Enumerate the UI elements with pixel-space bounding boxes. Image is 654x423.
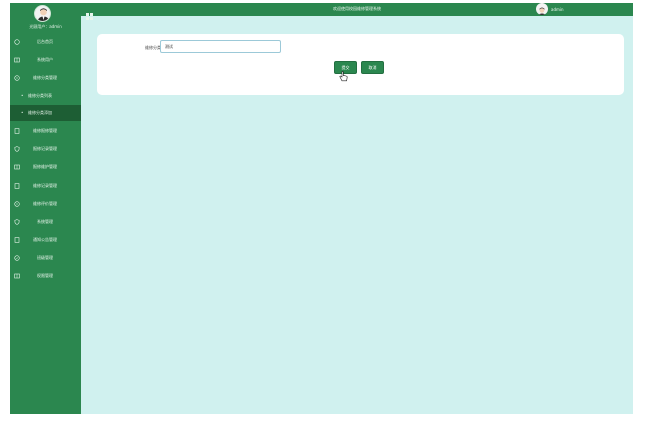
sidebar-item-label: 维修分类添加 [28,110,52,115]
doc-icon [14,237,20,243]
sidebar-item-label: 权限管理 [37,273,53,278]
app-window: 光顾用户：admin 后台首页 系统用户 维修分类管理 • 维修分类列表 • 维… [10,3,633,414]
sidebar-item-label: 维修报修管理 [33,128,57,133]
sidebar-item-label: 报修记录管理 [33,146,57,151]
sidebar-item-label: 通知公告管理 [33,237,57,242]
sidebar-item-label: 系统管理 [37,219,53,224]
hand-cursor-icon [339,67,348,82]
sidebar-item-label: 班级管理 [37,255,53,260]
sidebar-item-label: 维修分类列表 [28,93,52,98]
user-avatar[interactable] [34,5,51,22]
bullet-icon: • [21,110,24,115]
sidebar-subitem-category-add[interactable]: • 维修分类添加 [10,105,81,121]
sidebar-item-label: 维修评价管理 [33,201,57,206]
doc-icon [14,183,20,189]
header-username[interactable]: admin [551,7,564,12]
sidebar-item-dashboard[interactable]: 后台首页 [10,34,81,50]
top-header: 欢迎使用校园维修管理系统 admin [81,3,633,20]
category-name-input[interactable] [160,40,281,53]
sidebar-item-system-users[interactable]: 系统用户 [10,52,81,68]
sidebar-item-notices[interactable]: 通知公告管理 [10,232,81,248]
shield-icon [14,219,20,225]
doc-icon [14,128,20,134]
sidebar-user-caption: 光顾用户：admin [29,24,62,29]
sidebar-item-repair-category[interactable]: 维修分类管理 [10,70,81,86]
sidebar-item-repair-reviews[interactable]: 维修评价管理 [10,196,81,212]
sidebar-item-label: 维修记录管理 [33,183,57,188]
book-icon [14,164,20,170]
book-icon [14,57,20,63]
sidebar: 光顾用户：admin 后台首页 系统用户 维修分类管理 • 维修分类列表 • 维… [10,3,81,414]
sidebar-subitem-category-list[interactable]: • 维修分类列表 [10,88,81,104]
sidebar-item-permissions[interactable]: 权限管理 [10,268,81,284]
form-card: 维修分类 提交 取消 [97,34,624,95]
category-field-label: 维修分类 [145,45,161,50]
sidebar-item-label: 系统用户 [37,57,53,62]
bullet-icon: • [21,93,24,98]
check-shield-icon [14,255,20,261]
shield-icon [14,146,20,152]
sidebar-item-repair-records[interactable]: 维修记录管理 [10,178,81,194]
sidebar-item-class-admin[interactable]: 班级管理 [10,250,81,266]
sidebar-item-label: 维修分类管理 [33,75,57,80]
chat-icon [14,201,20,207]
sidebar-item-report-maintenance[interactable]: 报修维护管理 [10,159,81,175]
header-avatar[interactable] [536,3,548,15]
sidebar-item-label: 后台首页 [37,39,53,44]
chat-icon [14,75,20,81]
sidebar-item-label: 报修维护管理 [33,164,57,169]
sidebar-item-report-records[interactable]: 报修记录管理 [10,141,81,157]
cancel-button[interactable]: 取消 [361,61,384,74]
sidebar-item-repair-report[interactable]: 维修报修管理 [10,123,81,139]
home-icon [14,39,20,45]
book-icon [14,273,20,279]
sidebar-item-system-admin[interactable]: 系统管理 [10,214,81,230]
